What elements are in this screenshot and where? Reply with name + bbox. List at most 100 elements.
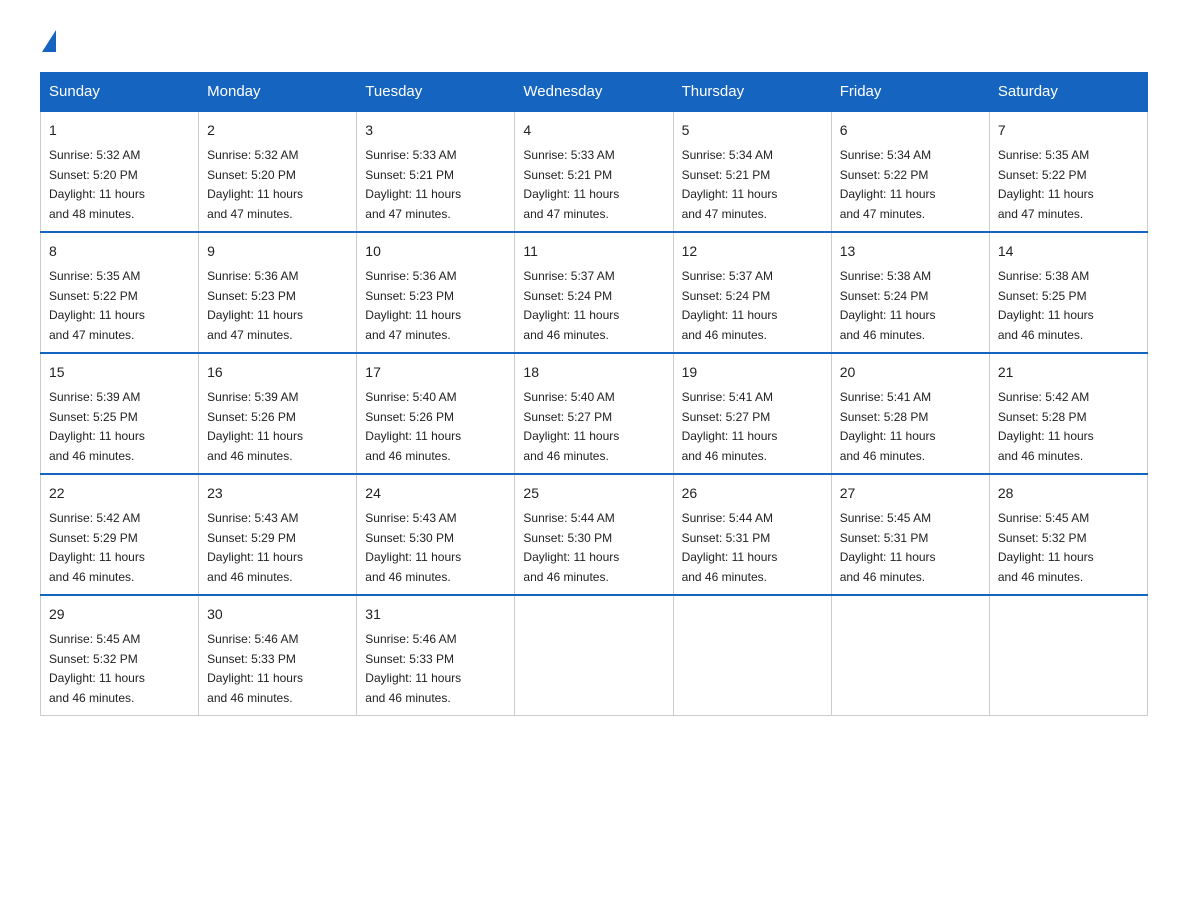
day-number: 19 bbox=[682, 362, 823, 383]
week-row-1: 1 Sunrise: 5:32 AMSunset: 5:20 PMDayligh… bbox=[41, 111, 1148, 232]
week-row-2: 8 Sunrise: 5:35 AMSunset: 5:22 PMDayligh… bbox=[41, 232, 1148, 353]
day-info: Sunrise: 5:42 AMSunset: 5:29 PMDaylight:… bbox=[49, 511, 145, 584]
calendar-cell: 29 Sunrise: 5:45 AMSunset: 5:32 PMDaylig… bbox=[41, 595, 199, 716]
day-number: 23 bbox=[207, 483, 348, 504]
day-number: 31 bbox=[365, 604, 506, 625]
day-number: 18 bbox=[523, 362, 664, 383]
calendar-cell: 20 Sunrise: 5:41 AMSunset: 5:28 PMDaylig… bbox=[831, 353, 989, 474]
column-header-friday: Friday bbox=[831, 73, 989, 112]
day-number: 16 bbox=[207, 362, 348, 383]
calendar-cell: 9 Sunrise: 5:36 AMSunset: 5:23 PMDayligh… bbox=[199, 232, 357, 353]
day-info: Sunrise: 5:38 AMSunset: 5:24 PMDaylight:… bbox=[840, 269, 936, 342]
day-info: Sunrise: 5:35 AMSunset: 5:22 PMDaylight:… bbox=[998, 148, 1094, 221]
day-info: Sunrise: 5:46 AMSunset: 5:33 PMDaylight:… bbox=[365, 632, 461, 705]
calendar-cell: 27 Sunrise: 5:45 AMSunset: 5:31 PMDaylig… bbox=[831, 474, 989, 595]
calendar-cell: 11 Sunrise: 5:37 AMSunset: 5:24 PMDaylig… bbox=[515, 232, 673, 353]
day-number: 6 bbox=[840, 120, 981, 141]
day-number: 12 bbox=[682, 241, 823, 262]
day-info: Sunrise: 5:32 AMSunset: 5:20 PMDaylight:… bbox=[207, 148, 303, 221]
day-info: Sunrise: 5:43 AMSunset: 5:30 PMDaylight:… bbox=[365, 511, 461, 584]
day-number: 17 bbox=[365, 362, 506, 383]
column-header-monday: Monday bbox=[199, 73, 357, 112]
calendar-cell: 22 Sunrise: 5:42 AMSunset: 5:29 PMDaylig… bbox=[41, 474, 199, 595]
day-info: Sunrise: 5:39 AMSunset: 5:26 PMDaylight:… bbox=[207, 390, 303, 463]
day-info: Sunrise: 5:45 AMSunset: 5:31 PMDaylight:… bbox=[840, 511, 936, 584]
day-number: 13 bbox=[840, 241, 981, 262]
day-number: 7 bbox=[998, 120, 1139, 141]
day-number: 25 bbox=[523, 483, 664, 504]
day-info: Sunrise: 5:40 AMSunset: 5:27 PMDaylight:… bbox=[523, 390, 619, 463]
day-info: Sunrise: 5:36 AMSunset: 5:23 PMDaylight:… bbox=[365, 269, 461, 342]
day-number: 30 bbox=[207, 604, 348, 625]
calendar-table: SundayMondayTuesdayWednesdayThursdayFrid… bbox=[40, 72, 1148, 716]
header-row: SundayMondayTuesdayWednesdayThursdayFrid… bbox=[41, 73, 1148, 112]
calendar-cell bbox=[989, 595, 1147, 716]
calendar-cell: 8 Sunrise: 5:35 AMSunset: 5:22 PMDayligh… bbox=[41, 232, 199, 353]
column-header-wednesday: Wednesday bbox=[515, 73, 673, 112]
calendar-cell: 26 Sunrise: 5:44 AMSunset: 5:31 PMDaylig… bbox=[673, 474, 831, 595]
day-info: Sunrise: 5:45 AMSunset: 5:32 PMDaylight:… bbox=[998, 511, 1094, 584]
day-number: 26 bbox=[682, 483, 823, 504]
week-row-4: 22 Sunrise: 5:42 AMSunset: 5:29 PMDaylig… bbox=[41, 474, 1148, 595]
logo-triangle-icon bbox=[42, 30, 56, 52]
day-info: Sunrise: 5:33 AMSunset: 5:21 PMDaylight:… bbox=[523, 148, 619, 221]
calendar-cell: 4 Sunrise: 5:33 AMSunset: 5:21 PMDayligh… bbox=[515, 111, 673, 232]
day-info: Sunrise: 5:45 AMSunset: 5:32 PMDaylight:… bbox=[49, 632, 145, 705]
calendar-cell bbox=[673, 595, 831, 716]
day-info: Sunrise: 5:37 AMSunset: 5:24 PMDaylight:… bbox=[682, 269, 778, 342]
calendar-cell: 10 Sunrise: 5:36 AMSunset: 5:23 PMDaylig… bbox=[357, 232, 515, 353]
day-number: 8 bbox=[49, 241, 190, 262]
column-header-tuesday: Tuesday bbox=[357, 73, 515, 112]
calendar-cell: 25 Sunrise: 5:44 AMSunset: 5:30 PMDaylig… bbox=[515, 474, 673, 595]
calendar-cell: 15 Sunrise: 5:39 AMSunset: 5:25 PMDaylig… bbox=[41, 353, 199, 474]
day-info: Sunrise: 5:34 AMSunset: 5:21 PMDaylight:… bbox=[682, 148, 778, 221]
day-number: 24 bbox=[365, 483, 506, 504]
calendar-cell: 2 Sunrise: 5:32 AMSunset: 5:20 PMDayligh… bbox=[199, 111, 357, 232]
calendar-cell: 18 Sunrise: 5:40 AMSunset: 5:27 PMDaylig… bbox=[515, 353, 673, 474]
logo bbox=[40, 30, 58, 52]
calendar-cell: 6 Sunrise: 5:34 AMSunset: 5:22 PMDayligh… bbox=[831, 111, 989, 232]
day-number: 20 bbox=[840, 362, 981, 383]
day-number: 15 bbox=[49, 362, 190, 383]
day-info: Sunrise: 5:37 AMSunset: 5:24 PMDaylight:… bbox=[523, 269, 619, 342]
day-info: Sunrise: 5:38 AMSunset: 5:25 PMDaylight:… bbox=[998, 269, 1094, 342]
day-info: Sunrise: 5:43 AMSunset: 5:29 PMDaylight:… bbox=[207, 511, 303, 584]
day-info: Sunrise: 5:42 AMSunset: 5:28 PMDaylight:… bbox=[998, 390, 1094, 463]
day-number: 1 bbox=[49, 120, 190, 141]
calendar-cell: 21 Sunrise: 5:42 AMSunset: 5:28 PMDaylig… bbox=[989, 353, 1147, 474]
day-info: Sunrise: 5:35 AMSunset: 5:22 PMDaylight:… bbox=[49, 269, 145, 342]
day-number: 22 bbox=[49, 483, 190, 504]
day-info: Sunrise: 5:40 AMSunset: 5:26 PMDaylight:… bbox=[365, 390, 461, 463]
day-number: 10 bbox=[365, 241, 506, 262]
logo-area bbox=[40, 30, 58, 52]
calendar-cell: 31 Sunrise: 5:46 AMSunset: 5:33 PMDaylig… bbox=[357, 595, 515, 716]
day-info: Sunrise: 5:36 AMSunset: 5:23 PMDaylight:… bbox=[207, 269, 303, 342]
day-info: Sunrise: 5:32 AMSunset: 5:20 PMDaylight:… bbox=[49, 148, 145, 221]
day-info: Sunrise: 5:46 AMSunset: 5:33 PMDaylight:… bbox=[207, 632, 303, 705]
calendar-cell: 14 Sunrise: 5:38 AMSunset: 5:25 PMDaylig… bbox=[989, 232, 1147, 353]
day-number: 21 bbox=[998, 362, 1139, 383]
calendar-cell: 1 Sunrise: 5:32 AMSunset: 5:20 PMDayligh… bbox=[41, 111, 199, 232]
column-header-thursday: Thursday bbox=[673, 73, 831, 112]
day-number: 11 bbox=[523, 241, 664, 262]
day-number: 3 bbox=[365, 120, 506, 141]
day-number: 2 bbox=[207, 120, 348, 141]
calendar-cell: 23 Sunrise: 5:43 AMSunset: 5:29 PMDaylig… bbox=[199, 474, 357, 595]
day-info: Sunrise: 5:44 AMSunset: 5:30 PMDaylight:… bbox=[523, 511, 619, 584]
day-number: 9 bbox=[207, 241, 348, 262]
calendar-cell: 30 Sunrise: 5:46 AMSunset: 5:33 PMDaylig… bbox=[199, 595, 357, 716]
page-header bbox=[40, 30, 1148, 52]
day-info: Sunrise: 5:34 AMSunset: 5:22 PMDaylight:… bbox=[840, 148, 936, 221]
column-header-sunday: Sunday bbox=[41, 73, 199, 112]
day-number: 4 bbox=[523, 120, 664, 141]
day-number: 27 bbox=[840, 483, 981, 504]
day-info: Sunrise: 5:39 AMSunset: 5:25 PMDaylight:… bbox=[49, 390, 145, 463]
calendar-cell: 12 Sunrise: 5:37 AMSunset: 5:24 PMDaylig… bbox=[673, 232, 831, 353]
column-header-saturday: Saturday bbox=[989, 73, 1147, 112]
week-row-5: 29 Sunrise: 5:45 AMSunset: 5:32 PMDaylig… bbox=[41, 595, 1148, 716]
calendar-cell bbox=[515, 595, 673, 716]
day-info: Sunrise: 5:41 AMSunset: 5:27 PMDaylight:… bbox=[682, 390, 778, 463]
calendar-cell: 5 Sunrise: 5:34 AMSunset: 5:21 PMDayligh… bbox=[673, 111, 831, 232]
day-number: 5 bbox=[682, 120, 823, 141]
day-info: Sunrise: 5:41 AMSunset: 5:28 PMDaylight:… bbox=[840, 390, 936, 463]
